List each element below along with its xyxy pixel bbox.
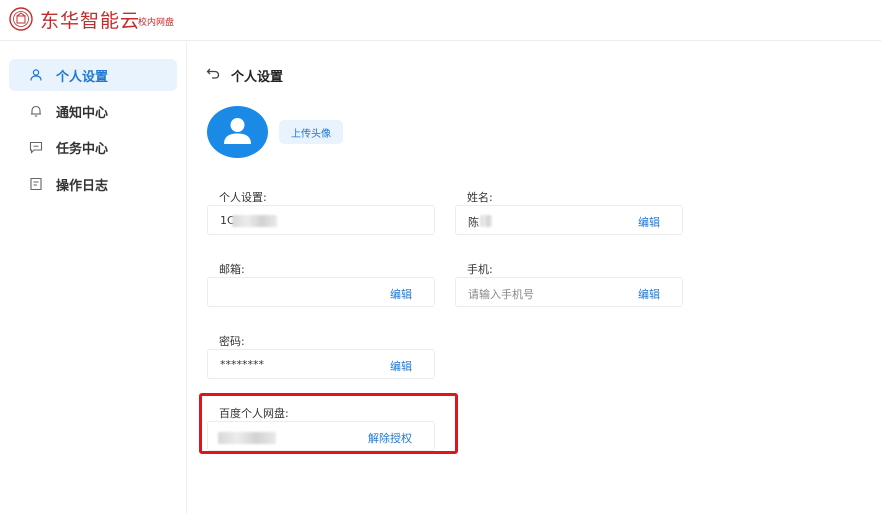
chat-icon [29, 141, 43, 154]
user-avatar-icon [224, 118, 251, 144]
sidebar-item-operation-log[interactable]: 操作日志 [9, 168, 177, 200]
name-label: 姓名: [467, 191, 493, 204]
sidebar-item-label: 任务中心 [56, 141, 109, 157]
password-label: 密码: [219, 335, 245, 348]
brand-name[interactable]: 东华智能云 [40, 6, 140, 33]
password-field[interactable]: ******** 编辑 [207, 349, 435, 379]
account-field: 1C [207, 205, 435, 235]
password-value: ******** [220, 358, 264, 371]
edit-name-link[interactable]: 编辑 [638, 214, 660, 230]
user-icon [30, 69, 42, 81]
edit-password-link[interactable]: 编辑 [390, 358, 412, 374]
name-value: 陈 [468, 216, 479, 229]
redacted-mask [232, 215, 277, 227]
university-seal-icon[interactable] [9, 7, 33, 31]
account-label: 个人设置: [219, 191, 267, 204]
sidebar-item-label: 通知中心 [56, 105, 109, 121]
bell-icon [31, 105, 41, 117]
back-icon[interactable] [206, 66, 220, 80]
name-field[interactable]: 陈 编辑 [455, 205, 683, 235]
edit-email-link[interactable]: 编辑 [390, 286, 412, 302]
edit-phone-link[interactable]: 编辑 [638, 286, 660, 302]
upload-avatar-button[interactable]: 上传头像 [279, 120, 343, 144]
email-label: 邮箱: [219, 263, 245, 276]
phone-placeholder: 请输入手机号 [468, 288, 534, 301]
top-header: 东华智能云 校内网盘 [0, 0, 881, 41]
log-icon [30, 177, 42, 191]
page-title: 个人设置 [231, 70, 284, 85]
phone-label: 手机: [467, 263, 493, 276]
email-field[interactable]: 编辑 [207, 277, 435, 307]
phone-field[interactable]: 请输入手机号 编辑 [455, 277, 683, 307]
sidebar-item-tasks[interactable]: 任务中心 [9, 131, 177, 163]
sidebar-item-personal-settings[interactable]: 个人设置 [9, 59, 177, 91]
sidebar-item-label: 操作日志 [56, 178, 109, 194]
redacted-mask [480, 215, 492, 227]
avatar [207, 106, 268, 158]
sidebar-item-notifications[interactable]: 通知中心 [9, 95, 177, 127]
highlight-box [199, 393, 458, 454]
sidebar: 个人设置 通知中心 任务中心 操作日志 [0, 42, 187, 514]
sidebar-item-label: 个人设置 [56, 69, 109, 85]
brand-subtitle: 校内网盘 [138, 18, 175, 28]
